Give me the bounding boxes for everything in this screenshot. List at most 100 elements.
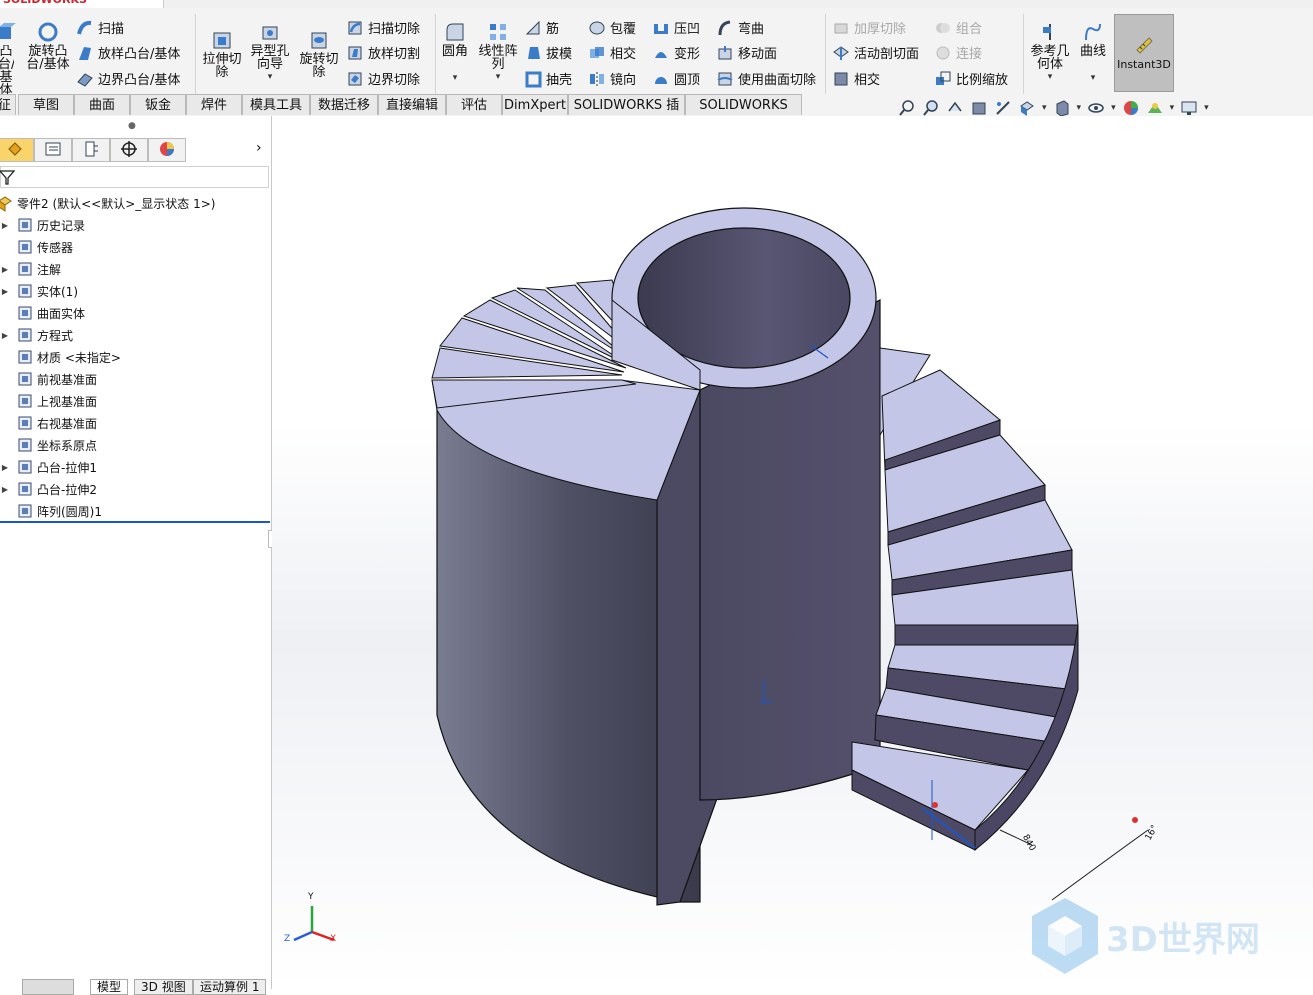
revolved-cut-button[interactable]: 旋转切除	[297, 28, 341, 79]
indent-button[interactable]: 压凹	[652, 18, 700, 37]
tab-dimxpert-manager[interactable]	[110, 138, 148, 162]
tab-direct-editing[interactable]: 直接编辑	[378, 94, 446, 115]
tab-feature-manager[interactable]	[0, 138, 34, 162]
hide-show-items-icon[interactable]	[1087, 99, 1105, 117]
live-section-button[interactable]: 活动剖切面	[832, 43, 919, 62]
tab-3d-views[interactable]: 3D 视图	[134, 979, 193, 995]
dropdown-caret-icon[interactable]: ▾	[1111, 103, 1116, 113]
combine-button[interactable]: 组合	[934, 18, 982, 37]
wrap-button[interactable]: 包覆	[588, 18, 636, 37]
tab-motion-study[interactable]: 运动算例 1	[193, 979, 267, 995]
expand-arrow-icon[interactable]: ▶	[0, 463, 10, 472]
tab-sheet-metal[interactable]: 钣金	[130, 94, 186, 115]
apply-scene-icon[interactable]	[1146, 99, 1164, 117]
dome-button[interactable]: 圆顶	[652, 69, 700, 88]
deform-button[interactable]: 变形	[652, 43, 700, 62]
zoom-to-fit-icon[interactable]	[898, 99, 916, 117]
loft-boss-button[interactable]: 放样凸台/基体	[76, 43, 180, 62]
tree-item[interactable]: 右视基准面	[0, 412, 97, 434]
curves-button[interactable]: 曲线 ▾	[1076, 20, 1110, 85]
draft-button[interactable]: 拔模	[524, 43, 572, 62]
tab-surfaces[interactable]: 曲面	[74, 94, 130, 115]
extruded-cut-button[interactable]: 拉伸切除	[200, 28, 244, 79]
fillet-button[interactable]: 圆角 ▾	[440, 20, 470, 85]
graphics-area[interactable]: 16° 840 Y X Z 3D世界网	[272, 116, 1313, 989]
edit-appearance-icon[interactable]	[1122, 99, 1140, 117]
join-button[interactable]: 连接	[934, 43, 982, 62]
tab-configuration-manager[interactable]	[72, 138, 110, 162]
tab-solidworks-mbd[interactable]: SOLIDWORKS MBD	[685, 94, 802, 134]
tree-item[interactable]: 材质 <未指定>	[0, 346, 121, 368]
tab-scroll-arrows[interactable]	[22, 979, 74, 995]
tab-dimxpert[interactable]: DimXpert	[502, 94, 568, 115]
dropdown-caret-icon[interactable]: ▾	[1048, 71, 1053, 84]
flex-button[interactable]: 弯曲	[716, 18, 764, 37]
tree-item[interactable]: 阵列(圆周)1	[0, 500, 102, 522]
intersect-button[interactable]: 相交	[588, 43, 636, 62]
intersect2-button[interactable]: 相交	[832, 69, 880, 88]
thicken-cut-button[interactable]: 加厚切除	[832, 18, 906, 37]
tree-item[interactable]: ▶ 凸台-拉伸2	[0, 478, 97, 500]
extruded-boss-button[interactable]: 凸台/基体	[0, 20, 18, 97]
view-orientation-icon[interactable]	[1018, 99, 1036, 117]
tree-root-part[interactable]: 零件2 (默认<<默认>_显示状态 1>)	[0, 192, 215, 214]
expand-arrow-icon[interactable]: ▶	[0, 221, 10, 230]
dropdown-caret-icon[interactable]: ▾	[268, 71, 273, 84]
hole-wizard-button[interactable]: 异型孔向导 ▾	[248, 20, 292, 84]
dropdown-caret-icon[interactable]: ▾	[1042, 103, 1047, 113]
dropdown-caret-icon[interactable]: ▾	[1077, 103, 1082, 113]
tab-features[interactable]: 特征	[0, 94, 16, 115]
move-face-button[interactable]: 移动面	[716, 43, 777, 62]
expand-arrow-icon[interactable]: ▶	[0, 265, 10, 274]
expand-arrow-icon[interactable]: ▶	[0, 287, 10, 296]
linear-pattern-button[interactable]: 线性阵列 ▾	[476, 20, 520, 84]
tree-item[interactable]: ▶ 注解	[0, 258, 61, 280]
tree-item[interactable]: 传感器	[0, 236, 73, 258]
tab-mold-tools[interactable]: 模具工具	[242, 94, 310, 115]
tree-item[interactable]: ▶ 历史记录	[0, 214, 85, 236]
tab-evaluate[interactable]: 评估	[446, 94, 502, 115]
tab-model[interactable]: 模型	[90, 979, 129, 995]
view-settings-icon[interactable]	[1180, 99, 1198, 117]
dropdown-caret-icon[interactable]: ▾	[453, 72, 458, 85]
tree-item[interactable]: ▶ 方程式	[0, 324, 73, 346]
tree-filter-bar[interactable]	[0, 166, 269, 188]
dropdown-caret-icon[interactable]: ▾	[1204, 103, 1209, 113]
display-style-icon[interactable]	[1053, 99, 1071, 117]
rib-button[interactable]: 筋	[524, 18, 559, 37]
cut-with-surface-button[interactable]: 使用曲面切除	[716, 69, 816, 88]
dynamic-annotation-icon[interactable]	[994, 99, 1012, 117]
tree-item[interactable]: ▶ 实体(1)	[0, 280, 78, 302]
shell-button[interactable]: 抽壳	[524, 69, 572, 88]
scale-button[interactable]: 比例缩放	[934, 69, 1008, 88]
boundary-boss-button[interactable]: 边界凸台/基体	[76, 69, 180, 88]
lofted-cut-button[interactable]: 放样切割	[346, 43, 420, 62]
tree-item[interactable]: 前视基准面	[0, 368, 97, 390]
zoom-to-area-icon[interactable]	[922, 99, 940, 117]
dropdown-caret-icon[interactable]: ▾	[496, 71, 501, 84]
swept-cut-button[interactable]: 扫描切除	[346, 18, 420, 37]
tree-item[interactable]: 坐标系原点	[0, 434, 97, 456]
chevron-right-icon[interactable]: ›	[256, 140, 262, 156]
tab-sketch[interactable]: 草图	[18, 94, 74, 115]
tree-item[interactable]: 曲面实体	[0, 302, 85, 324]
expand-arrow-icon[interactable]: ▶	[0, 485, 10, 494]
tree-item[interactable]: 上视基准面	[0, 390, 97, 412]
expand-arrow-icon[interactable]: ▶	[0, 331, 10, 340]
tab-weldments[interactable]: 焊件	[186, 94, 242, 115]
tree-item[interactable]: ▶ 凸台-拉伸1	[0, 456, 97, 478]
boundary-cut-button[interactable]: 边界切除	[346, 69, 420, 88]
revolve-boss-button[interactable]: 旋转凸台/基体	[24, 20, 72, 71]
previous-view-icon[interactable]	[946, 99, 964, 117]
tab-data-migration[interactable]: 数据迁移	[310, 94, 378, 115]
tab-solidworks-addins[interactable]: SOLIDWORKS 插件	[568, 94, 685, 134]
tab-display-manager[interactable]	[148, 138, 186, 162]
section-view-icon[interactable]	[970, 99, 988, 117]
tab-property-manager[interactable]	[34, 138, 72, 162]
dropdown-caret-icon[interactable]: ▾	[1091, 72, 1096, 85]
dropdown-caret-icon[interactable]: ▾	[1170, 103, 1175, 113]
mirror-button[interactable]: 镜向	[588, 69, 636, 88]
instant3d-button[interactable]: Instant3D	[1114, 14, 1174, 92]
reference-geometry-button[interactable]: 参考几何体 ▾	[1028, 20, 1072, 84]
rollback-bar[interactable]	[0, 521, 270, 523]
